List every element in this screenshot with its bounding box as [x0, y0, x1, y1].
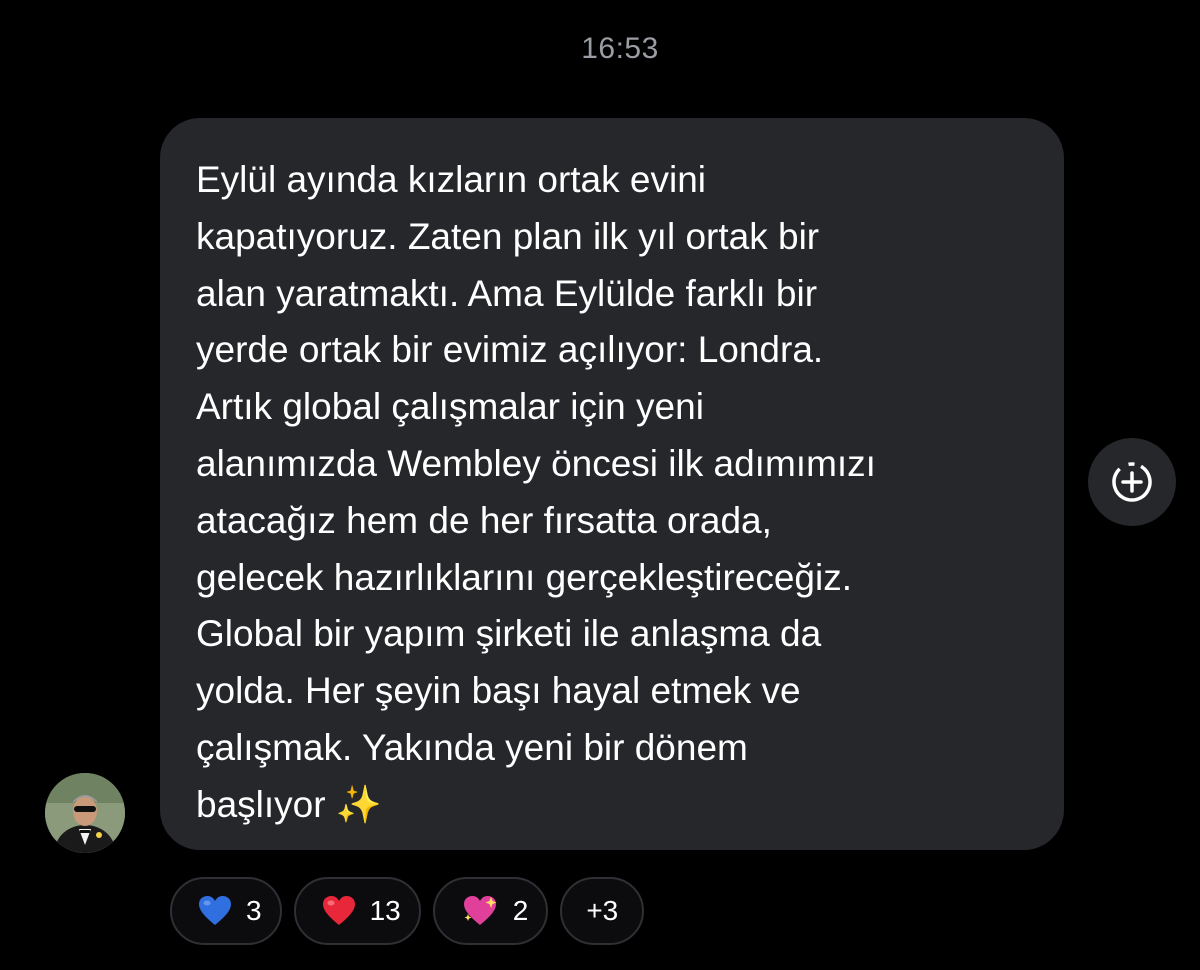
reaction-count: 2	[512, 895, 529, 926]
message-bubble[interactable]: Eylül ayında kızların ortak evini kapatı…	[160, 118, 1064, 850]
reaction-sparkling-heart[interactable]: 2	[432, 877, 549, 945]
more-reactions-count: +3	[586, 895, 619, 926]
reaction-count: 13	[369, 895, 401, 926]
reaction-red-heart[interactable]: 13	[293, 877, 421, 945]
blue-heart-icon	[199, 896, 231, 925]
sparkling-heart-icon	[463, 896, 497, 925]
reaction-count: 3	[246, 895, 262, 926]
add-reaction-icon	[1112, 462, 1152, 502]
message-text: Eylül ayında kızların ortak evini kapatı…	[196, 152, 1028, 834]
red-heart-icon	[322, 896, 355, 925]
sparkles-emoji: ✨	[335, 782, 382, 826]
more-reactions-button[interactable]: +3	[560, 877, 645, 945]
sender-avatar[interactable]	[45, 773, 125, 853]
avatar-photo	[45, 773, 125, 853]
add-reaction-button[interactable]	[1088, 438, 1176, 526]
message-timestamp: 16:53	[581, 32, 659, 65]
reaction-blue-heart[interactable]: 3	[170, 877, 282, 945]
message-body: Eylül ayında kızların ortak evini kapatı…	[196, 159, 876, 825]
reactions-bar: 3 13 2 +3	[170, 877, 645, 945]
